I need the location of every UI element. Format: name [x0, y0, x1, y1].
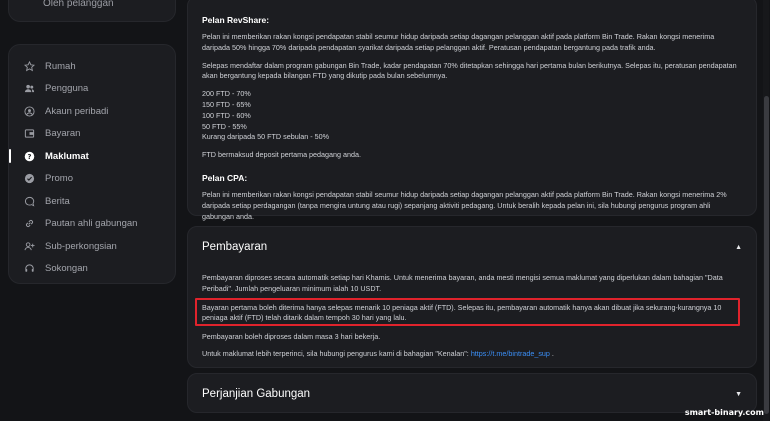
agreement-accordion-header[interactable]: Perjanjian Gabungan ▼ [188, 374, 756, 414]
sidebar: Rumah Pengguna Akaun peribadi Bayaran ? … [8, 44, 176, 284]
tier-item: 50 FTD - 55% [202, 121, 247, 131]
wallet-icon [23, 128, 35, 140]
sidebar-item-sub-perkongsian[interactable]: Sub-perkongsian [9, 235, 175, 258]
sidebar-item-bayaran[interactable]: Bayaran [9, 123, 175, 146]
highlighted-paragraph: Bayaran pertama boleh diterima hanya sel… [195, 297, 742, 327]
sidebar-item-label: Sokongan [45, 263, 88, 275]
link-icon [23, 218, 35, 230]
user-plus-icon [23, 240, 35, 252]
payment-body: Pembayaran diproses secara automatik set… [188, 267, 756, 360]
users-icon [23, 83, 35, 95]
svg-text:?: ? [27, 153, 31, 161]
tier-item: 150 FTD - 65% [202, 99, 251, 109]
sidebar-item-label: Promo [45, 173, 73, 185]
sidebar-top-label[interactable]: Oleh pelanggan [43, 0, 114, 9]
telegram-link[interactable]: https://t.me/bintrade_sup [471, 349, 550, 358]
tier-item: 100 FTD - 60% [202, 110, 251, 120]
tier-item: 200 FTD - 70% [202, 89, 251, 99]
sidebar-item-label: Maklumat [45, 150, 89, 162]
sidebar-item-rumah[interactable]: Rumah [9, 55, 175, 78]
sidebar-item-label: Akaun peribadi [45, 105, 109, 117]
user-circle-icon [23, 105, 35, 117]
chevron-down-icon[interactable]: ▼ [735, 391, 742, 398]
tier-item: Kurang daripada 50 FTD sebulan - 50% [202, 132, 330, 142]
sidebar-item-pautan-ahli-gabungan[interactable]: Pautan ahli gabungan [9, 213, 175, 236]
sidebar-item-label: Pengguna [45, 83, 89, 95]
revshare-paragraph-2: Selepas mendaftar dalam program gabungan… [202, 60, 737, 81]
sidebar-item-label: Bayaran [45, 128, 81, 140]
contact-text: Untuk maklumat lebih terperinci, sila hu… [202, 348, 471, 358]
highlight-box [195, 297, 740, 326]
sidebar-item-pengguna[interactable]: Pengguna [9, 78, 175, 101]
contact-suffix: . [549, 348, 554, 358]
revshare-tiers: 200 FTD - 70% 150 FTD - 65% 100 FTD - 60… [202, 89, 742, 143]
payment-paragraph-1: Pembayaran diproses secara automatik set… [202, 273, 723, 293]
headset-icon [23, 263, 35, 275]
revshare-title: Pelan RevShare: [202, 15, 270, 25]
payment-title: Pembayaran [202, 241, 268, 253]
chat-icon [23, 195, 35, 207]
star-icon [23, 60, 35, 72]
payment-paragraph-4: Untuk maklumat lebih terperinci, sila hu… [202, 349, 742, 360]
plans-card: Pelan RevShare: Pelan ini memberikan rak… [187, 0, 757, 221]
question-icon: ? [23, 150, 35, 162]
sidebar-item-label: Pautan ahli gabungan [45, 218, 138, 230]
chevron-up-icon[interactable]: ▲ [735, 244, 742, 251]
payment-accordion-header[interactable]: Pembayaran ▲ [188, 227, 756, 267]
agreement-accordion: Perjanjian Gabungan ▼ [187, 373, 757, 413]
sidebar-top-card: Oleh pelanggan [8, 0, 176, 22]
cpa-title: Pelan CPA: [202, 172, 248, 183]
sidebar-item-maklumat[interactable]: ? Maklumat [9, 145, 175, 168]
sidebar-item-sokongan[interactable]: Sokongan [9, 258, 175, 281]
sidebar-item-label: Sub-perkongsian [45, 240, 117, 252]
sidebar-item-label: Rumah [45, 60, 76, 72]
sidebar-item-akaun-peribadi[interactable]: Akaun peribadi [9, 100, 175, 123]
ftd-note: FTD bermaksud deposit pertama pedagang a… [202, 150, 362, 160]
watermark: smart-binary.com [684, 408, 764, 417]
payment-accordion: Pembayaran ▲ Pembayaran diproses secara … [187, 226, 757, 368]
agreement-title: Perjanjian Gabungan [202, 388, 311, 400]
scrollbar-thumb[interactable] [764, 96, 769, 414]
cpa-paragraph: Pelan ini memberikan rakan kongsi pendap… [202, 189, 727, 221]
sidebar-item-berita[interactable]: Berita [9, 190, 175, 213]
sidebar-item-promo[interactable]: Promo [9, 168, 175, 191]
payment-paragraph-3: Pembayaran boleh diproses dalam masa 3 h… [202, 332, 381, 342]
sidebar-item-label: Berita [45, 195, 70, 207]
badge-icon [23, 173, 35, 185]
revshare-paragraph-1: Pelan ini memberikan rakan kongsi pendap… [202, 32, 715, 52]
